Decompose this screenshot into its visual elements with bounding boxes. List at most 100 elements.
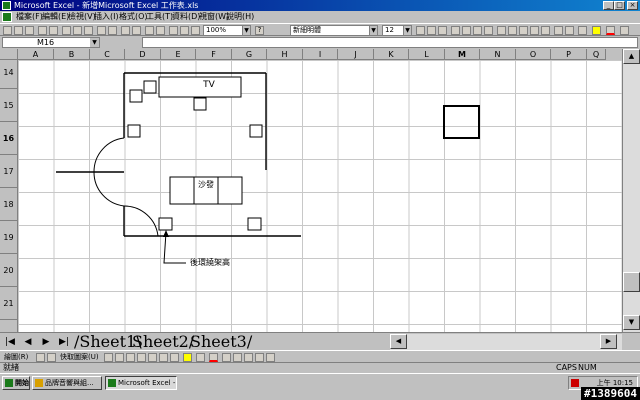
maximize-button[interactable]: □	[614, 1, 625, 10]
print-icon[interactable]	[38, 26, 47, 35]
column-header-h[interactable]: H	[267, 49, 303, 60]
next-sheet-icon[interactable]: ▶	[38, 335, 54, 349]
autoshapes-menu[interactable]: 快取圖案(U)	[60, 352, 99, 362]
row-header-17[interactable]: 17	[0, 155, 18, 188]
increase-indent-icon[interactable]	[565, 26, 574, 35]
menu-tools[interactable]: 工具(T)	[146, 12, 173, 22]
chevron-down-icon[interactable]: ▼	[90, 38, 99, 47]
increase-decimal-icon[interactable]	[530, 26, 539, 35]
row-header-21[interactable]: 21	[0, 287, 18, 320]
merge-center-icon[interactable]	[484, 26, 493, 35]
scroll-right-icon[interactable]: ▶	[600, 334, 617, 349]
clipart-icon[interactable]	[170, 353, 179, 362]
select-objects-icon[interactable]	[36, 353, 45, 362]
redo-icon[interactable]	[108, 26, 117, 35]
font-size-select[interactable]: 12 ▼	[382, 25, 412, 36]
taskbar-item-1[interactable]: 品牌音響與組...	[32, 376, 102, 390]
column-header-m[interactable]: M	[445, 49, 480, 60]
menu-format[interactable]: 格式(O)	[119, 12, 148, 22]
menu-window[interactable]: 視窗(W)	[199, 12, 229, 22]
row-header-14[interactable]: 14	[0, 60, 18, 89]
menu-insert[interactable]: 插入(I)	[94, 12, 119, 22]
last-sheet-icon[interactable]: ▶|	[56, 335, 72, 349]
line-style-icon[interactable]	[222, 353, 231, 362]
excel-app-icon[interactable]	[2, 1, 11, 10]
comma-icon[interactable]	[519, 26, 528, 35]
align-left-icon[interactable]	[451, 26, 460, 35]
menu-view[interactable]: 檢視(V)	[68, 12, 96, 22]
cut-icon[interactable]	[62, 26, 71, 35]
align-right-icon[interactable]	[473, 26, 482, 35]
column-header-g[interactable]: G	[232, 49, 267, 60]
fill-color-icon[interactable]	[183, 353, 192, 362]
column-header-c[interactable]: C	[90, 49, 125, 60]
map-icon[interactable]	[180, 26, 189, 35]
scroll-down-icon[interactable]: ▼	[623, 315, 640, 330]
row-header-22[interactable]: 22	[0, 320, 18, 332]
vertical-scrollbar[interactable]: ▲ ▼	[622, 49, 640, 332]
start-button[interactable]: 開始	[2, 376, 30, 390]
fill-color-icon[interactable]	[592, 26, 601, 35]
underline-icon[interactable]	[438, 26, 447, 35]
align-center-icon[interactable]	[462, 26, 471, 35]
row-header-16[interactable]: 16	[0, 122, 18, 155]
column-header-o[interactable]: O	[516, 49, 551, 60]
font-select[interactable]: 新細明體 ▼	[290, 25, 378, 36]
first-sheet-icon[interactable]: |◀	[2, 335, 18, 349]
menu-help[interactable]: 說明(H)	[226, 12, 254, 22]
scroll-left-icon[interactable]: ◀	[390, 334, 407, 349]
line-icon[interactable]	[104, 353, 113, 362]
scroll-up-icon[interactable]: ▲	[623, 49, 640, 64]
textbox-icon[interactable]	[148, 353, 157, 362]
sheet-tab-3[interactable]: Sheet3/	[190, 333, 252, 350]
save-icon[interactable]	[25, 26, 34, 35]
document-icon[interactable]	[2, 12, 12, 22]
column-header-j[interactable]: J	[338, 49, 374, 60]
column-header-i[interactable]: I	[303, 49, 338, 60]
arrow-icon[interactable]	[115, 353, 124, 362]
copy-icon[interactable]	[73, 26, 82, 35]
column-header-l[interactable]: L	[409, 49, 445, 60]
free-rotate-icon[interactable]	[47, 353, 56, 362]
name-box[interactable]: M16 ▼	[2, 37, 100, 48]
wordart-icon[interactable]	[159, 353, 168, 362]
3d-icon[interactable]	[266, 353, 275, 362]
menu-edit[interactable]: 編輯(E)	[42, 12, 69, 22]
undo-icon[interactable]	[97, 26, 106, 35]
tray-app-icon[interactable]	[571, 379, 579, 387]
column-header-q[interactable]: Q	[587, 49, 606, 60]
function-icon[interactable]	[132, 26, 141, 35]
column-header-b[interactable]: B	[54, 49, 90, 60]
taskbar-item-2[interactable]: Microsoft Excel - ...	[105, 376, 177, 390]
column-header-a[interactable]: A	[18, 49, 54, 60]
help-icon[interactable]: ?	[255, 26, 264, 35]
font-color-icon[interactable]	[606, 26, 615, 35]
prev-sheet-icon[interactable]: ◀	[20, 335, 36, 349]
clock[interactable]: 上午 10:15	[597, 379, 633, 387]
worksheet-grid[interactable]: TV 沙發 後環繞架高	[18, 60, 622, 332]
borders-icon[interactable]	[578, 26, 587, 35]
column-header-d[interactable]: D	[125, 49, 161, 60]
arrow-style-icon[interactable]	[244, 353, 253, 362]
minimize-button[interactable]: _	[603, 1, 614, 10]
preview-icon[interactable]	[49, 26, 58, 35]
menu-data[interactable]: 資料(D)	[172, 12, 200, 22]
row-header-19[interactable]: 19	[0, 221, 18, 254]
currency-icon[interactable]	[497, 26, 506, 35]
decrease-indent-icon[interactable]	[554, 26, 563, 35]
line-color-icon[interactable]	[196, 353, 205, 362]
autosum-icon[interactable]	[121, 26, 130, 35]
chevron-down-icon[interactable]: ▼	[369, 26, 377, 35]
row-header-15[interactable]: 15	[0, 89, 18, 122]
drawing-icon[interactable]	[191, 26, 200, 35]
more-buttons-icon[interactable]	[620, 26, 629, 35]
draw-menu[interactable]: 繪圖(R)	[4, 352, 28, 362]
sheet-tab-2[interactable]: Sheet2/	[132, 333, 194, 350]
column-header-n[interactable]: N	[480, 49, 516, 60]
row-header-20[interactable]: 20	[0, 254, 18, 287]
open-icon[interactable]	[14, 26, 23, 35]
menu-file[interactable]: 檔案(F)	[16, 12, 43, 22]
zoom-select[interactable]: 100% ▼	[203, 25, 251, 36]
column-header-f[interactable]: F	[196, 49, 232, 60]
chevron-down-icon[interactable]: ▼	[242, 26, 250, 35]
